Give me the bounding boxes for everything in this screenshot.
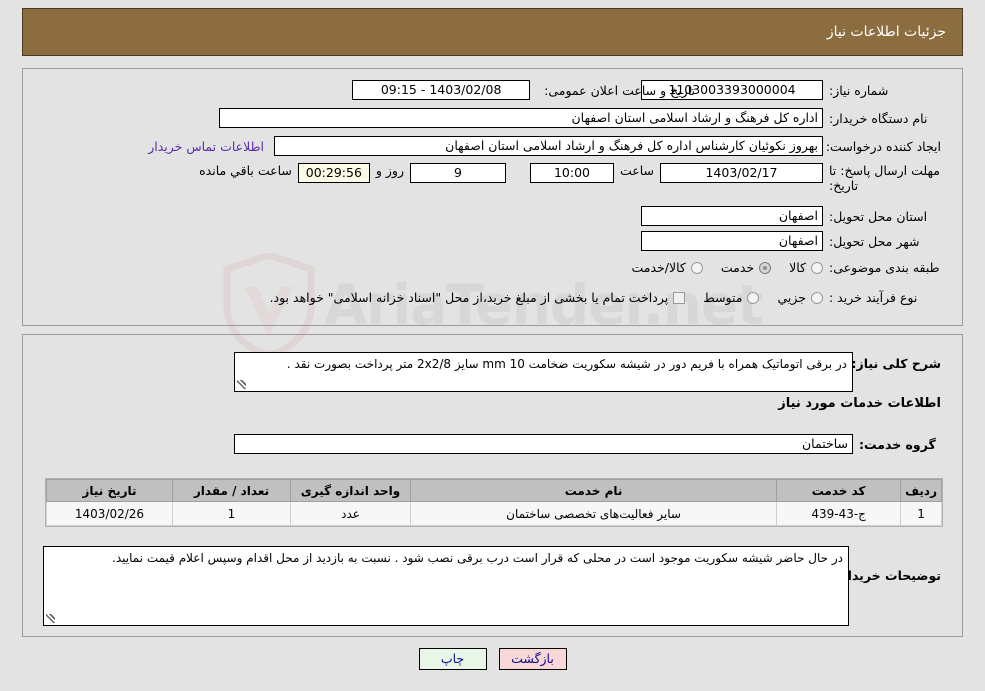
countdown-label: ساعت باقي مانده xyxy=(199,163,292,178)
radio-motavaset-label: متوسط xyxy=(703,290,743,305)
cell-service-name: سایر فعالیت‌های تخصصی ساختمان xyxy=(409,501,778,526)
services-table: ردیف کد خدمت نام خدمت واحد اندازه گیری ت… xyxy=(46,479,942,526)
creator-value: بهروز نکوئیان کارشناس اداره کل فرهنگ و ا… xyxy=(274,136,823,156)
deadline-date-value: 1403/02/17 xyxy=(660,163,823,183)
days-remaining-value: 9 xyxy=(409,163,506,183)
row-service-group: گروه خدمت: ساختمان xyxy=(234,434,941,454)
overall-description-textarea[interactable]: در برقی اتوماتیک همراه با فریم دور در شی… xyxy=(234,352,853,392)
cell-need-date: 1403/02/26 xyxy=(46,501,173,526)
buyer-org-label: نام دستگاه خریدار: xyxy=(829,110,928,126)
treasury-checkbox-option[interactable]: پرداخت تمام یا بخشی از مبلغ خرید،از محل … xyxy=(270,290,686,305)
city-label: شهر محل تحویل: xyxy=(829,233,920,249)
need-info-panel xyxy=(22,68,963,326)
th-need-date: تاریخ نیاز xyxy=(46,479,173,502)
buyer-notes-textarea[interactable]: در حال حاضر شیشه سکوریت موجود است در محل… xyxy=(43,546,849,626)
th-quantity: تعداد / مقدار xyxy=(172,479,291,502)
th-service-name: نام خدمت xyxy=(409,479,778,502)
city-value: اصفهان xyxy=(641,231,823,251)
radio-khedmat-label: خدمت xyxy=(720,260,755,275)
radio-option-kala-khedmat[interactable]: کالا/خدمت xyxy=(631,260,703,275)
radio-kala-khedmat-label: کالا/خدمت xyxy=(631,260,686,275)
table-header-row: ردیف کد خدمت نام خدمت واحد اندازه گیری ت… xyxy=(46,479,942,502)
row-province: استان محل تحویل: اصفهان xyxy=(641,206,941,226)
services-table-wrapper: ردیف کد خدمت نام خدمت واحد اندازه گیری ت… xyxy=(45,478,943,527)
th-radif: ردیف xyxy=(900,479,942,502)
countdown-timer-value: 00:29:56 xyxy=(297,163,370,183)
cell-quantity: 1 xyxy=(172,501,291,526)
row-buyer-org: نام دستگاه خریدار: اداره کل فرهنگ و ارشا… xyxy=(219,108,941,128)
table-row: 1 ج-43-439 سایر فعالیت‌های تخصصی ساختمان… xyxy=(46,501,942,526)
row-deadline: مهلت ارسال پاسخ: تا تاریخ: 1403/02/17 سا… xyxy=(193,163,941,193)
deadline-label-line1: مهلت ارسال پاسخ: تا xyxy=(829,163,940,178)
subject-category-label: طبقه بندی موضوعی: xyxy=(829,260,940,275)
services-section-title: اطلاعات خدمات مورد نیاز xyxy=(778,396,941,411)
creator-label: ایجاد کننده درخواست: xyxy=(825,138,941,154)
treasury-checkbox-icon[interactable] xyxy=(673,291,686,304)
radio-kala-khedmat-icon[interactable] xyxy=(690,261,703,274)
deadline-label-line2: تاریخ: xyxy=(829,178,859,193)
radio-option-motavaset[interactable]: متوسط xyxy=(703,290,760,305)
buyer-contact-link[interactable]: اطلاعات تماس خریدار xyxy=(148,139,264,154)
page-root: AriaTender.net جزئیات اطلاعات نیاز شماره… xyxy=(0,0,985,691)
buyer-org-value: اداره کل فرهنگ و ارشاد اسلامی استان اصفه… xyxy=(219,108,823,128)
radio-option-kala[interactable]: کالا xyxy=(789,260,823,275)
need-number-label: شماره نیاز: xyxy=(829,82,889,98)
service-group-value: ساختمان xyxy=(234,434,853,454)
province-value: اصفهان xyxy=(641,206,823,226)
radio-khedmat-icon[interactable] xyxy=(759,261,772,274)
announce-date-label: تاریخ و ساعت اعلان عمومی: xyxy=(544,82,695,98)
row-buyer-notes: توضیحات خریدار: در حال حاضر شیشه سکوریت … xyxy=(43,546,941,626)
th-unit: واحد اندازه گیری xyxy=(290,479,411,502)
radio-kala-icon[interactable] xyxy=(811,261,823,274)
overall-description-label: شرح کلی نیاز: xyxy=(851,356,941,371)
buyer-notes-label: توضیحات خریدار: xyxy=(835,568,941,583)
cell-unit: عدد xyxy=(290,501,411,526)
cell-service-code: ج-43-439 xyxy=(776,501,902,526)
row-subject-category: طبقه بندی موضوعی: کالا خدمت کالا/خدمت xyxy=(613,260,941,275)
radio-jozei-label: جزیي xyxy=(777,290,806,305)
row-overall-description: شرح کلی نیاز: در برقی اتوماتیک همراه با … xyxy=(234,352,941,392)
radio-kala-label: کالا xyxy=(789,260,806,275)
page-header: جزئیات اطلاعات نیاز xyxy=(22,8,963,56)
back-button[interactable]: بازگشت xyxy=(498,648,567,670)
row-purchase-process: نوع فرآیند خرید : جزیي متوسط پرداخت تمام… xyxy=(270,290,941,305)
row-creator: ایجاد کننده درخواست: بهروز نکوئیان کارشن… xyxy=(148,136,941,156)
page-title: جزئیات اطلاعات نیاز xyxy=(826,24,946,40)
days-label: روز و xyxy=(375,163,404,178)
row-announce-date: تاریخ و ساعت اعلان عمومی: 1403/02/08 - 0… xyxy=(352,80,695,100)
radio-jozei-icon[interactable] xyxy=(811,291,823,304)
row-city: شهر محل تحویل: اصفهان xyxy=(641,231,941,251)
announce-date-value: 1403/02/08 - 09:15 xyxy=(352,80,531,100)
radio-motavaset-icon[interactable] xyxy=(747,291,760,304)
cell-radif: 1 xyxy=(900,501,942,526)
purchase-process-label: نوع فرآیند خرید : xyxy=(829,290,918,305)
print-button[interactable]: چاپ xyxy=(418,648,487,670)
treasury-checkbox-label: پرداخت تمام یا بخشی از مبلغ خرید،از محل … xyxy=(269,290,669,305)
province-label: استان محل تحویل: xyxy=(829,208,928,224)
hour-label: ساعت xyxy=(619,163,654,178)
radio-option-jozei[interactable]: جزیي xyxy=(777,290,823,305)
th-service-code: کد خدمت xyxy=(776,479,902,502)
service-group-label: گروه خدمت: xyxy=(859,436,936,452)
deadline-time-value: 10:00 xyxy=(529,163,614,183)
footer-buttons: بازگشت چاپ xyxy=(0,648,985,670)
radio-option-khedmat[interactable]: خدمت xyxy=(720,260,772,275)
